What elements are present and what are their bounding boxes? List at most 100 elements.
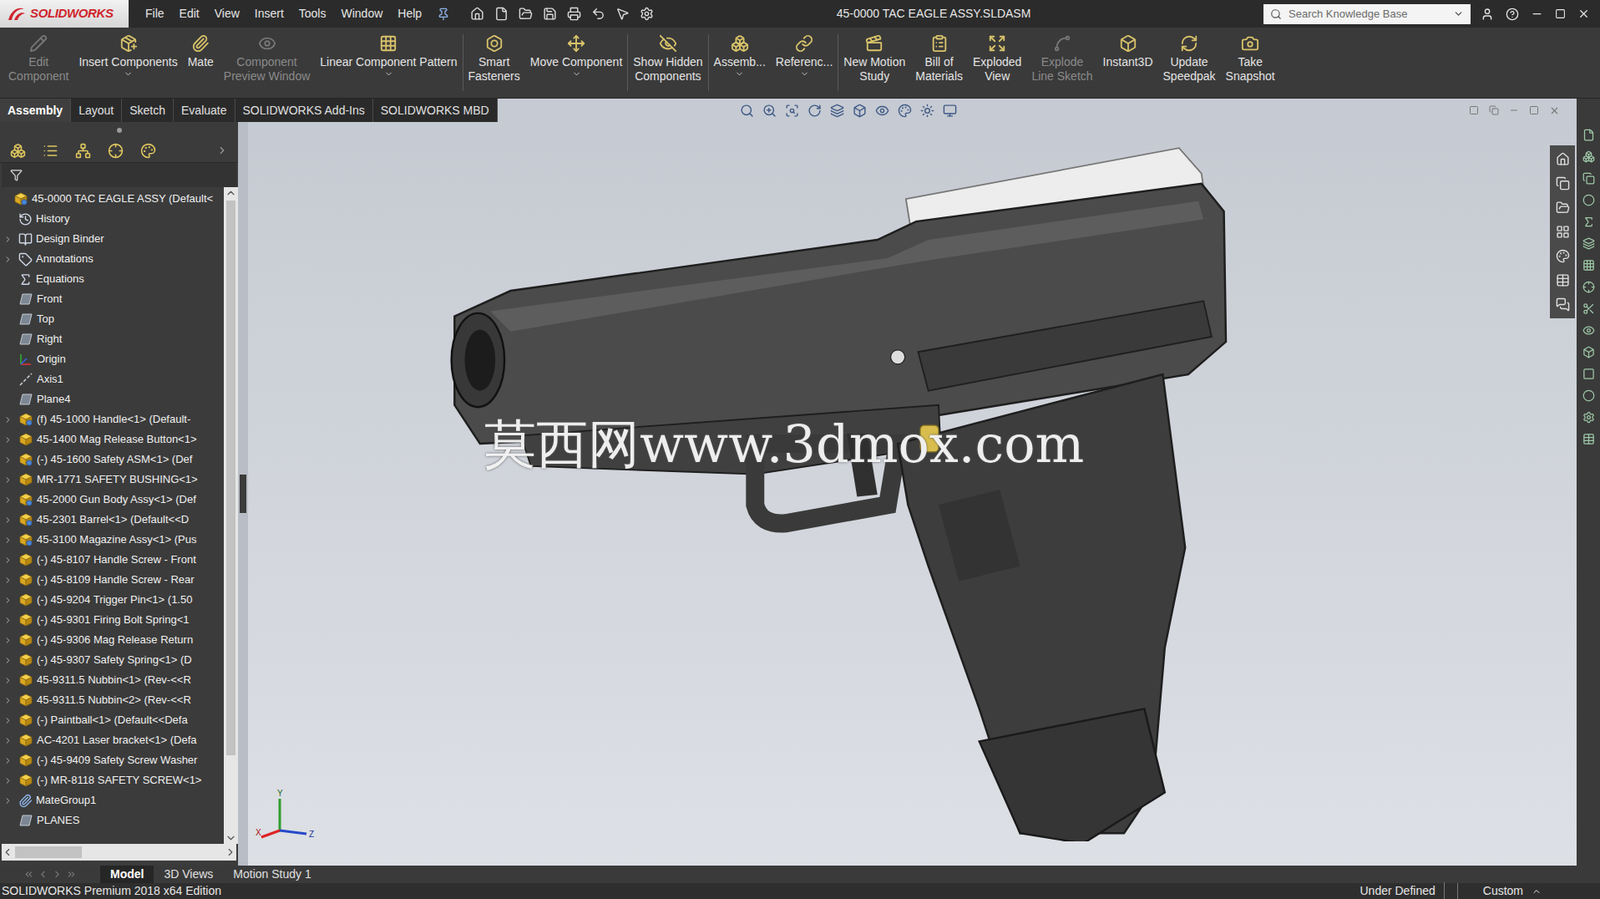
ribbon-button[interactable]: TakeSnapshot (1220, 27, 1281, 98)
scroll-down-icon[interactable] (223, 831, 238, 844)
ribbon-button[interactable]: UpdateSpeedpak (1158, 27, 1221, 98)
expand-icon[interactable] (3, 655, 13, 665)
tree-item[interactable]: Origin (0, 349, 224, 370)
dropdown-arrow-icon[interactable] (123, 69, 133, 79)
tool-icon[interactable] (1582, 193, 1595, 207)
expand-icon[interactable] (3, 775, 13, 785)
ribbon-button[interactable]: SmartFasteners (463, 27, 526, 98)
menu-item[interactable]: Edit (172, 5, 207, 23)
ribbon-button[interactable]: ComponentPreview Window (218, 27, 315, 98)
menu-item[interactable]: View (207, 5, 247, 23)
tree-item[interactable]: (-) Paintball<1> (Default<<Defa (0, 709, 224, 730)
tree-item[interactable]: MateGroup1 (0, 789, 224, 811)
panel-tab-icon[interactable] (42, 142, 59, 159)
tree-item[interactable]: (-) 45-9409 Safety Screw Washer (0, 749, 224, 770)
expand-icon[interactable] (3, 254, 13, 264)
view-tool-icon[interactable] (830, 103, 845, 118)
expand-icon[interactable] (3, 234, 13, 244)
quick-access-icon[interactable] (591, 6, 606, 21)
tool-icon[interactable] (1582, 345, 1595, 359)
task-pane-icon[interactable] (1555, 151, 1570, 167)
expand-icon[interactable] (3, 515, 13, 525)
view-tool-icon[interactable] (897, 103, 912, 118)
app-logo[interactable]: SOLIDWORKS (0, 0, 129, 28)
ribbon-button[interactable]: Referenc... (770, 27, 838, 98)
quick-access-icon[interactable] (494, 6, 509, 21)
view-tool-icon[interactable] (875, 103, 890, 118)
minimize-icon[interactable] (1530, 7, 1544, 21)
dropdown-arrow-icon[interactable] (572, 69, 582, 79)
scroll-right-icon[interactable] (224, 845, 237, 858)
ribbon-button[interactable]: New MotionStudy (838, 27, 911, 98)
pin-icon[interactable] (436, 7, 451, 21)
scroll-up-icon[interactable] (223, 187, 238, 199)
command-tab[interactable]: Assembly (0, 98, 71, 122)
expand-icon[interactable] (3, 555, 13, 565)
tree-item[interactable]: (f) 45-1000 Handle<1> (Default- (0, 409, 224, 430)
task-pane-icon[interactable] (1555, 297, 1570, 312)
view-tool-icon[interactable] (920, 103, 935, 118)
task-pane-icon[interactable] (1555, 248, 1570, 264)
minimize-icon[interactable] (1508, 105, 1519, 116)
tree-item[interactable]: 45-3100 Magazine Assy<1> (Pus (0, 529, 224, 550)
command-tab[interactable]: Evaluate (173, 98, 235, 122)
tree-item[interactable]: Front (0, 288, 224, 309)
ribbon-button[interactable]: EditComponent (3, 27, 74, 98)
bottom-tab[interactable]: Model (100, 865, 154, 883)
expand-icon[interactable] (3, 715, 13, 725)
ribbon-button[interactable]: Move Component (525, 27, 628, 98)
bottom-tab[interactable]: 3D Views (153, 865, 223, 883)
expand-icon[interactable] (3, 615, 13, 625)
expand-icon[interactable] (3, 755, 13, 765)
close-icon[interactable] (1577, 7, 1590, 21)
tree-item[interactable]: Right (0, 329, 224, 350)
tool-icon[interactable] (1582, 302, 1595, 315)
horizontal-scrollbar[interactable] (1, 843, 237, 861)
task-pane-icon[interactable] (1555, 273, 1570, 288)
pistol-model[interactable] (449, 137, 1235, 841)
vertical-scrollbar[interactable] (223, 187, 238, 844)
task-pane-icon[interactable] (1555, 176, 1570, 191)
quick-access-icon[interactable] (518, 6, 533, 21)
filter-icon[interactable] (10, 168, 23, 182)
last-tab-icon[interactable] (65, 868, 77, 880)
menu-item[interactable]: Help (390, 5, 429, 23)
tree-item[interactable]: 45-9311.5 Nubbin<1> (Rev-<<R (0, 669, 224, 690)
ribbon-button[interactable]: Linear Component Pattern (314, 27, 462, 98)
expand-icon[interactable] (3, 695, 13, 705)
tool-icon[interactable] (1582, 389, 1595, 402)
menu-item[interactable]: File (138, 5, 172, 23)
tree-item[interactable]: (-) 45-9306 Mag Release Return (0, 629, 224, 650)
tool-icon[interactable] (1582, 215, 1595, 228)
view-tool-icon[interactable] (739, 103, 755, 118)
more-tabs-icon[interactable] (216, 144, 228, 157)
user-icon[interactable] (1480, 7, 1494, 21)
expand-icon[interactable] (3, 475, 13, 485)
panel-tab-icon[interactable] (10, 142, 26, 159)
units-selector[interactable]: Custom (1458, 881, 1532, 899)
tool-icon[interactable] (1582, 128, 1595, 142)
search-dropdown-icon[interactable] (1453, 8, 1464, 20)
ribbon-button[interactable]: Instant3D (1098, 27, 1159, 98)
expand-icon[interactable] (3, 435, 13, 445)
panel-tab-icon[interactable] (140, 142, 157, 159)
view-tool-icon[interactable] (784, 103, 800, 118)
help-icon[interactable] (1505, 7, 1519, 21)
panel-splitter[interactable] (237, 121, 249, 866)
tree-item[interactable]: (-) 45-9204 Trigger Pin<1> (1.50 (0, 589, 224, 610)
expand-icon[interactable] (3, 535, 13, 545)
tool-icon[interactable] (1582, 237, 1595, 250)
tree-item[interactable]: (-) MR-8118 SAFETY SCREW<1> (0, 769, 224, 790)
ribbon-button[interactable]: Bill ofMaterials (910, 27, 968, 98)
quick-access-icon[interactable] (470, 6, 485, 21)
dropdown-arrow-icon[interactable] (384, 69, 394, 79)
menu-item[interactable]: Insert (248, 5, 291, 23)
panel-tab-icon[interactable] (75, 142, 92, 159)
tree-item[interactable]: (-) 45-1600 Safety ASM<1> (Def (0, 449, 224, 470)
close-icon[interactable] (1549, 105, 1560, 117)
graphics-area[interactable]: 莫西网www.3dmox.comYXZ (248, 121, 1577, 866)
quick-access-icon[interactable] (615, 6, 630, 21)
panel-tab-icon[interactable] (107, 142, 124, 159)
tree-item[interactable]: Annotations (0, 248, 224, 269)
ribbon-button[interactable]: Assemb... (708, 27, 771, 98)
